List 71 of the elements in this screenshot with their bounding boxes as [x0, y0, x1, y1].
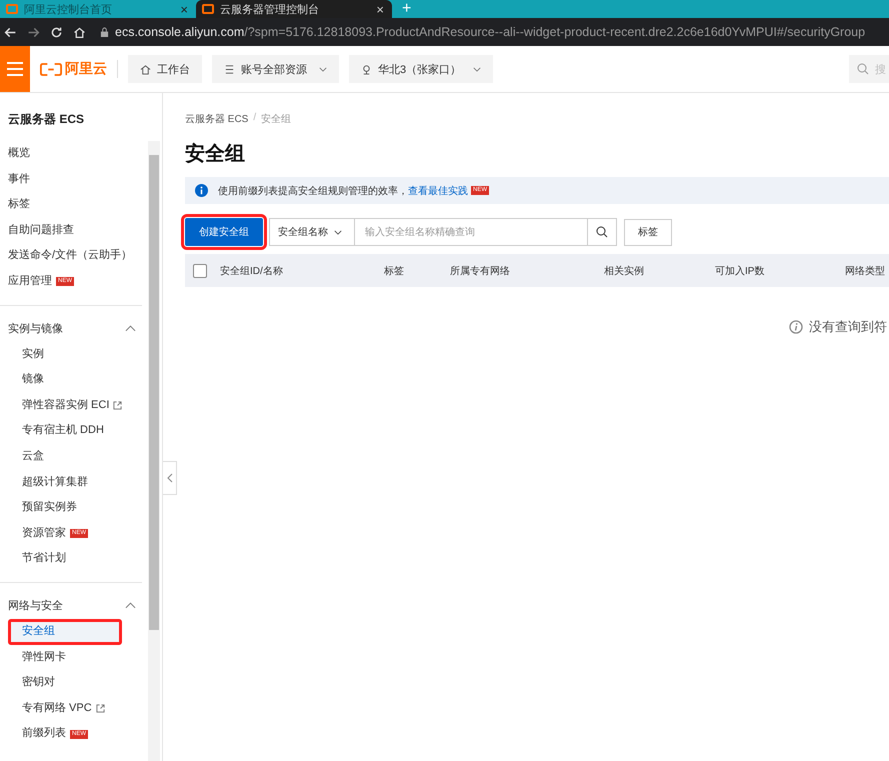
chevron-up-icon: [125, 325, 136, 332]
search-field[interactable]: 输入安全组名称精确查询: [355, 218, 588, 246]
back-icon[interactable]: [4, 26, 17, 38]
scrollbar[interactable]: [148, 141, 160, 761]
sidebar-item[interactable]: 弹性容器实例 ECI: [8, 392, 148, 418]
sidebar-item[interactable]: 事件: [0, 166, 148, 192]
sidebar-item[interactable]: 标签: [0, 192, 148, 218]
sidebar-item[interactable]: 概览: [0, 141, 148, 167]
close-icon[interactable]: ×: [180, 2, 188, 16]
list-icon: [224, 64, 235, 74]
header-nav-button[interactable]: 华北3（张家口）: [349, 55, 494, 83]
filter-dropdown[interactable]: 安全组名称: [269, 218, 355, 246]
menu-icon: [7, 62, 23, 76]
chevron-down-icon: [334, 230, 342, 234]
best-practice-link[interactable]: 查看最佳实践: [408, 184, 468, 198]
location-pin-icon: [361, 64, 372, 74]
breadcrumb-link[interactable]: 云服务器 ECS: [185, 112, 248, 126]
chevron-left-icon: [166, 473, 172, 483]
sidebar-group-header[interactable]: 网络与安全: [0, 592, 148, 619]
tab-favicon-icon: [6, 4, 18, 14]
column-header: 相关实例: [604, 264, 644, 278]
info-icon: [195, 184, 208, 197]
sidebar-item[interactable]: 镜像: [8, 367, 148, 393]
column-header: 所属专有网络: [450, 264, 510, 278]
sidebar-item[interactable]: 节省计划: [8, 546, 148, 572]
breadcrumb-separator: /: [253, 112, 256, 125]
checkbox[interactable]: [193, 264, 207, 278]
sidebar-item[interactable]: 弹性网卡: [8, 644, 148, 670]
collapse-handle[interactable]: [163, 461, 177, 495]
browser-tab[interactable]: 阿里云控制台首页 ×: [0, 0, 196, 18]
sidebar-item[interactable]: 安全组: [8, 618, 122, 644]
home-icon[interactable]: [73, 26, 86, 38]
home-icon: [140, 64, 151, 74]
info-icon: [789, 320, 803, 334]
column-header: 可加入IP数: [715, 264, 764, 278]
forward-icon[interactable]: [27, 26, 40, 38]
sidebar-group-header[interactable]: 实例与镜像: [0, 316, 148, 342]
menu-button[interactable]: [0, 46, 30, 92]
reload-icon[interactable]: [50, 26, 63, 38]
search-icon: [857, 63, 869, 75]
sidebar-item[interactable]: 预留实例券: [8, 495, 148, 521]
header-nav-button[interactable]: 工作台: [128, 55, 202, 83]
sidebar-item[interactable]: 云盒: [8, 444, 148, 470]
header-nav-button[interactable]: 账号全部资源: [212, 55, 339, 83]
lock-icon: [100, 26, 109, 38]
page-title: 安全组: [185, 142, 246, 166]
chevron-down-icon: [473, 66, 482, 72]
column-header: 网络类型: [845, 264, 885, 278]
chevron-down-icon: [319, 66, 327, 72]
create-button[interactable]: 创建安全组: [185, 218, 263, 246]
tag-button[interactable]: 标签: [624, 218, 672, 246]
chevron-up-icon: [125, 602, 136, 610]
sidebar-title: 云服务器 ECS: [7, 111, 86, 128]
sidebar-item[interactable]: 实例: [8, 342, 148, 368]
search-button[interactable]: [588, 218, 617, 246]
logo-icon: [40, 62, 62, 76]
sidebar-item[interactable]: 专有网络 VPC: [8, 696, 148, 722]
close-icon[interactable]: ×: [376, 2, 384, 16]
sidebar-item[interactable]: 专有宿主机 DDH: [8, 418, 148, 444]
empty-message: 没有查询到符: [809, 318, 887, 336]
browser-tab[interactable]: 云服务器管理控制台 ×: [196, 0, 392, 18]
tab-favicon-icon: [202, 4, 214, 14]
column-header: 标签: [384, 264, 404, 278]
column-header: 安全组ID/名称: [220, 264, 283, 278]
breadcrumb-current: 安全组: [261, 112, 292, 126]
banner-text: 使用前缀列表提高安全组规则管理的效率，: [218, 184, 408, 198]
sidebar-item[interactable]: 密钥对: [8, 670, 148, 696]
sidebar-item[interactable]: 发送命令/文件（云助手）: [0, 243, 148, 269]
sidebar-item[interactable]: 超级计算集群: [8, 470, 148, 496]
sidebar-item[interactable]: 自助问题排查: [0, 218, 148, 244]
search-icon: [596, 226, 608, 238]
